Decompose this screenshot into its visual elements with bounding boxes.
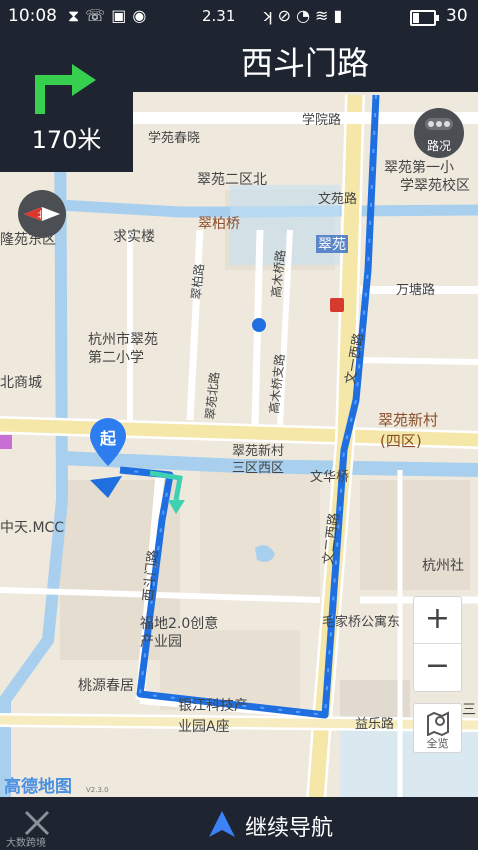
gallery-icon: ▣ bbox=[111, 6, 133, 25]
network-speed: 2.31 bbox=[202, 7, 236, 25]
bank-poi-icon bbox=[252, 318, 266, 332]
svg-text:北: 北 bbox=[37, 210, 46, 221]
continue-navigation-label: 继续导航 bbox=[245, 816, 334, 841]
amap-logo: 高德地图 bbox=[4, 777, 72, 797]
traffic-toggle-button[interactable]: 路况 bbox=[414, 108, 464, 158]
map-label: 学苑春晓 bbox=[148, 130, 200, 146]
map-label: 杭州社 bbox=[422, 558, 464, 574]
map-label: 中天.MCC bbox=[0, 520, 64, 536]
map-label: 翠苑第一小 bbox=[384, 159, 454, 176]
compass-icon: 北 bbox=[24, 207, 60, 221]
street-name: 西斗门路 bbox=[240, 44, 369, 82]
shop-poi-icon bbox=[0, 435, 12, 449]
map-label: 翠苑 bbox=[318, 237, 346, 253]
traffic-light-icon bbox=[425, 118, 453, 130]
zoom-out-button[interactable]: − bbox=[414, 644, 461, 690]
missed-call-icon: ☏ bbox=[85, 6, 112, 25]
map-label: 文华桥 bbox=[310, 470, 349, 485]
map-label: 翠苑新村 bbox=[232, 443, 284, 459]
map-label: 毛家桥公寓东 bbox=[322, 614, 400, 630]
traffic-toggle-label: 路况 bbox=[426, 139, 451, 153]
compass-button[interactable]: 北 bbox=[18, 190, 66, 238]
wechat-icon: ◉ bbox=[132, 6, 153, 25]
map-label: 翠苑二区北 bbox=[197, 172, 267, 188]
zoom-in-button[interactable]: + bbox=[414, 597, 461, 644]
nfc-icon: ʞ bbox=[262, 6, 278, 25]
status-bar: 10:08 ⧗☏▣◉ 2.31 ʞ⊘◔≋▮ 30 bbox=[0, 0, 478, 34]
start-marker-label: 起 bbox=[99, 429, 117, 448]
turn-distance: 170米 bbox=[31, 126, 102, 154]
payment-icon: ⧗ bbox=[68, 6, 86, 25]
battery-percent: 30 bbox=[446, 6, 468, 26]
status-time: 10:08 bbox=[8, 6, 57, 26]
system-icons: ʞ⊘◔≋▮ bbox=[262, 6, 347, 25]
map-label: (四区) bbox=[380, 432, 422, 450]
route-overview-button[interactable]: 全览 bbox=[413, 703, 462, 753]
turn-right-arrow-icon bbox=[35, 64, 96, 114]
current-location-arrow-icon bbox=[90, 476, 122, 498]
map-label: 翠苑新村 bbox=[378, 411, 438, 429]
notification-icons: ⧗☏▣◉ bbox=[68, 6, 152, 26]
map-label: 三区西区 bbox=[232, 461, 284, 476]
map-label: 益乐路 bbox=[355, 716, 394, 732]
overview-label: 全览 bbox=[426, 737, 449, 750]
map-version: V2.3.0 bbox=[86, 786, 109, 794]
zoom-controls: + − bbox=[413, 596, 462, 692]
signal-4g-icon: ▮ bbox=[333, 6, 348, 25]
map-label: 业园A座 bbox=[178, 719, 230, 735]
map-label: 翠柏桥 bbox=[198, 216, 240, 232]
overview-map-icon bbox=[427, 711, 449, 736]
map-label: 三 bbox=[462, 702, 476, 718]
restaurant-poi-icon bbox=[330, 298, 344, 312]
map-label: 产业园 bbox=[140, 634, 182, 650]
watermark: 大数跨境 bbox=[6, 838, 46, 849]
map-label: 北商城 bbox=[0, 375, 42, 391]
mute-icon: ⊘ bbox=[277, 6, 297, 25]
map-label: 学翠苑校区 bbox=[400, 177, 470, 194]
alarm-icon: ◔ bbox=[296, 6, 316, 25]
navigation-arrow-icon bbox=[209, 811, 235, 837]
map-label: 学院路 bbox=[302, 112, 341, 128]
map-label: 文苑路 bbox=[318, 191, 357, 207]
map-label: 银江科技产 bbox=[178, 698, 248, 714]
map-label: 桃源春居 bbox=[78, 678, 134, 694]
map-label: 第二小学 bbox=[88, 349, 144, 366]
wifi-icon: ≋ bbox=[315, 6, 334, 25]
start-marker: 起 bbox=[88, 418, 128, 504]
map-label: 求实楼 bbox=[113, 229, 155, 245]
map-label: 福地2.0创意 bbox=[140, 615, 218, 632]
map-label: 万塘路 bbox=[396, 282, 435, 298]
map-label: 杭州市翠苑 bbox=[88, 331, 158, 348]
continue-navigation-button[interactable]: 继续导航 bbox=[205, 805, 355, 843]
battery-icon bbox=[410, 10, 439, 26]
